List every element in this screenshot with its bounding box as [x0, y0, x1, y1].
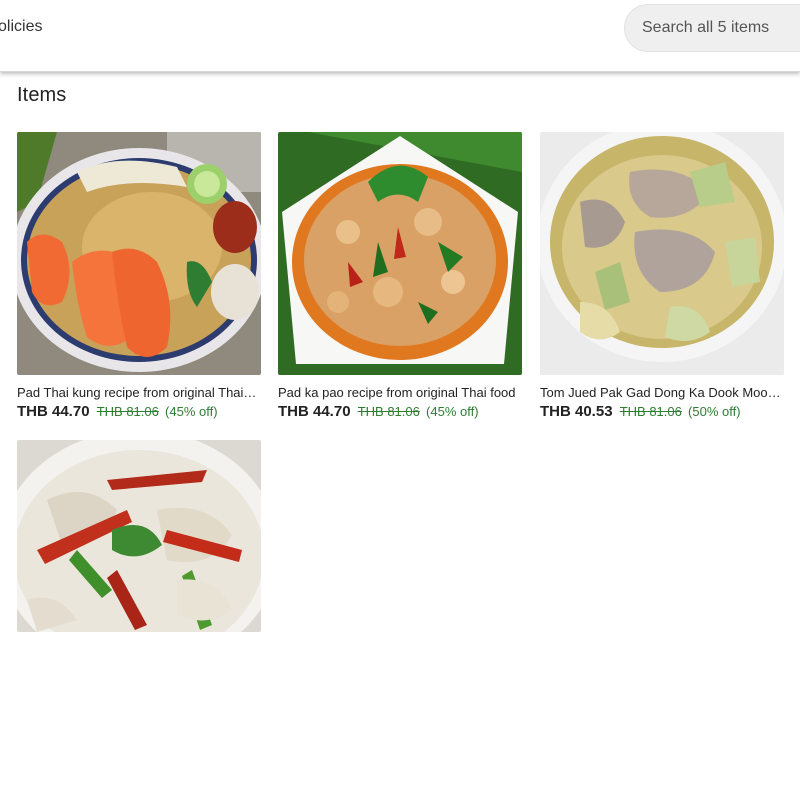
tom-kha-image[interactable]	[17, 440, 261, 632]
section-title: Items	[17, 84, 67, 106]
item-title[interactable]: Pad Thai kung recipe from original Thai …	[17, 385, 259, 401]
item-original-price: THB 81.06	[96, 404, 159, 419]
search-input[interactable]	[642, 19, 800, 37]
item-card[interactable]: Tom Jued Pak Gad Dong Ka Dook Moo recipe…	[540, 132, 784, 421]
item-price: THB 44.70	[278, 403, 351, 420]
item-price: THB 44.70	[17, 403, 90, 420]
pad-thai-image[interactable]	[17, 132, 261, 375]
item-card[interactable]: Pad ka pao recipe from original Thai foo…	[278, 132, 522, 421]
item-original-price: THB 81.06	[357, 404, 420, 419]
item-title[interactable]: Tom Jued Pak Gad Dong Ka Dook Moo recipe	[540, 385, 782, 401]
item-card[interactable]	[17, 440, 261, 632]
search-box[interactable]	[624, 4, 800, 52]
item-discount: (45% off)	[426, 404, 479, 419]
price-row: THB 40.53 THB 81.06 (50% off)	[540, 403, 784, 421]
nav-link-policies[interactable]: olicies	[0, 18, 42, 36]
item-price: THB 40.53	[540, 403, 613, 420]
tom-jued-image[interactable]	[540, 132, 784, 375]
item-card[interactable]: Pad Thai kung recipe from original Thai …	[17, 132, 261, 421]
top-bar: olicies	[0, 0, 800, 72]
item-discount: (50% off)	[688, 404, 741, 419]
item-original-price: THB 81.06	[619, 404, 682, 419]
item-title[interactable]: Pad ka pao recipe from original Thai foo…	[278, 385, 520, 401]
price-row: THB 44.70 THB 81.06 (45% off)	[278, 403, 522, 421]
pad-ka-pao-image[interactable]	[278, 132, 522, 375]
item-discount: (45% off)	[165, 404, 218, 419]
price-row: THB 44.70 THB 81.06 (45% off)	[17, 403, 261, 421]
